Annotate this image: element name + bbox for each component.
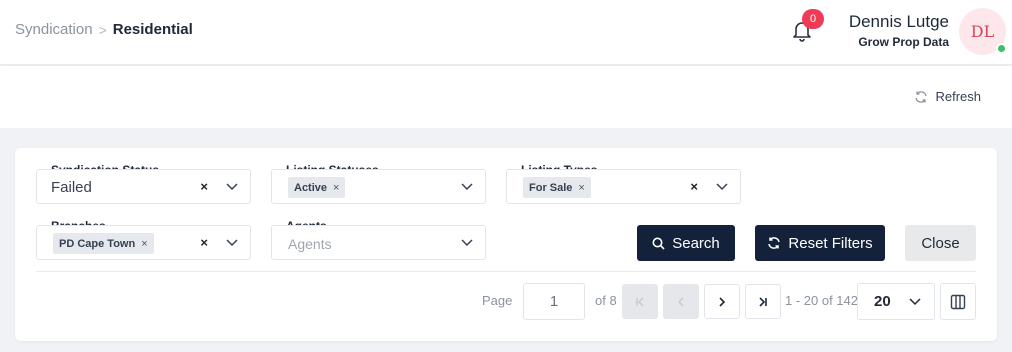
search-button[interactable]: Search [637, 225, 735, 261]
divider [36, 271, 976, 272]
page-number-input[interactable] [523, 283, 585, 320]
page-size-value: 20 [874, 293, 891, 310]
search-icon [652, 237, 665, 250]
chevron-right-icon [719, 296, 726, 307]
chevron-down-icon [716, 183, 728, 191]
close-button[interactable]: Close [905, 225, 976, 261]
chevron-down-icon [461, 239, 473, 247]
last-page-button[interactable] [745, 284, 781, 319]
clear-icon[interactable]: × [690, 179, 698, 194]
user-name: Dennis Lutge [848, 12, 949, 31]
reset-filters-button[interactable]: Reset Filters [755, 225, 885, 261]
clear-icon[interactable]: × [200, 235, 208, 250]
next-page-button[interactable] [704, 284, 740, 319]
reset-filters-label: Reset Filters [788, 234, 873, 252]
listing-types-select[interactable]: For Sale × × [506, 169, 741, 204]
first-page-button[interactable] [622, 284, 658, 319]
top-bar: Syndication > Residential 0 Dennis Lutge… [0, 0, 1012, 64]
chevron-left-icon [678, 297, 684, 306]
clear-icon[interactable]: × [200, 179, 208, 194]
refresh-icon [768, 237, 781, 249]
breadcrumb: Syndication > Residential [15, 21, 193, 38]
user-organization: Grow Prop Data [858, 35, 949, 49]
breadcrumb-parent-link[interactable]: Syndication [15, 21, 93, 38]
action-bar: Refresh [0, 66, 1012, 128]
page-size-select[interactable]: 20 [857, 283, 935, 320]
filter-panel: Syndication Status Failed × Listing Stat… [15, 148, 997, 341]
chip-label: PD Cape Town [59, 237, 136, 250]
refresh-button[interactable]: Refresh [914, 89, 981, 104]
syndication-status-select[interactable]: Failed × [36, 169, 251, 204]
branches-select[interactable]: PD Cape Town × × [36, 225, 251, 260]
columns-icon [950, 294, 966, 309]
page-label: Page [482, 293, 513, 308]
close-button-label: Close [921, 234, 960, 252]
previous-page-button[interactable] [663, 284, 699, 319]
remove-chip-icon[interactable]: × [141, 238, 147, 250]
remove-chip-icon[interactable]: × [578, 182, 584, 194]
chevron-down-icon [226, 183, 238, 191]
agents-placeholder: Agents [288, 236, 332, 252]
refresh-icon [915, 90, 928, 103]
branch-chip: PD Cape Town × [53, 233, 154, 254]
column-settings-button[interactable] [940, 283, 976, 320]
record-range-text: 1 - 20 of 142 [785, 293, 858, 308]
notification-count-badge: 0 [802, 9, 824, 29]
last-page-icon [759, 296, 767, 307]
breadcrumb-current: Residential [112, 21, 193, 38]
agents-select[interactable]: Agents [271, 225, 486, 260]
listing-type-chip: For Sale × [523, 177, 591, 198]
chevron-down-icon [226, 239, 238, 247]
online-status-indicator [996, 43, 1007, 54]
remove-chip-icon[interactable]: × [333, 182, 339, 194]
chip-label: Active [294, 181, 328, 194]
page-total-label: of 8 [595, 293, 617, 308]
chip-label: For Sale [529, 181, 573, 194]
syndication-status-value: Failed [51, 179, 92, 196]
first-page-icon [636, 297, 644, 306]
chevron-right-icon: > [98, 21, 107, 38]
refresh-label: Refresh [935, 89, 981, 104]
listing-statuses-select[interactable]: Active × [271, 169, 486, 204]
listing-status-chip: Active × [288, 177, 346, 198]
search-button-label: Search [672, 234, 720, 252]
chevron-down-icon [461, 183, 473, 191]
chevron-down-icon [909, 298, 921, 306]
